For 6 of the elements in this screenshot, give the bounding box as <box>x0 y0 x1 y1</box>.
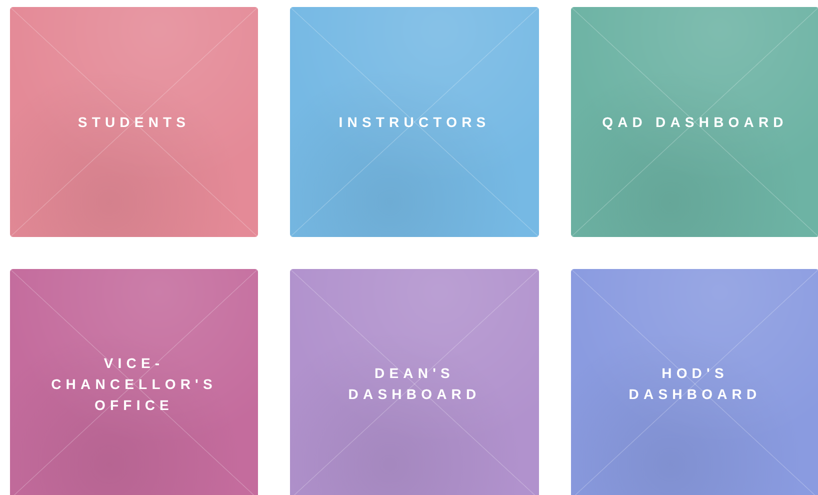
dashboard-tile[interactable]: HOD'S DASHBOARD <box>571 269 818 495</box>
dashboard-tile[interactable]: INSTRUCTORS <box>290 7 539 237</box>
dashboard-tile[interactable]: QAD DASHBOARD <box>571 7 818 237</box>
dashboard-tile[interactable]: STUDENTS <box>10 7 258 237</box>
dashboard-tile[interactable]: DEAN'S DASHBOARD <box>290 269 539 495</box>
dashboard-tile[interactable]: VICE-CHANCELLOR'S OFFICE <box>10 269 258 495</box>
